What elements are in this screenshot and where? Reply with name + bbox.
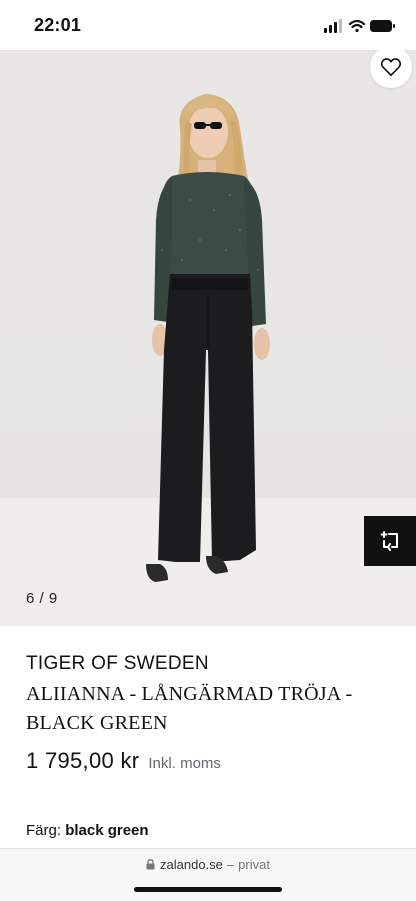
wifi-icon — [348, 19, 366, 33]
home-indicator[interactable] — [134, 887, 282, 892]
lock-icon — [146, 859, 155, 870]
url-domain: zalando.se — [160, 857, 223, 872]
url-row[interactable]: zalando.se – privat — [0, 857, 416, 872]
status-icons — [324, 18, 396, 34]
status-bar: 22:01 — [0, 0, 416, 50]
share-frame-icon — [380, 531, 398, 551]
color-value: black green — [65, 822, 149, 839]
status-time: 22:01 — [34, 15, 82, 35]
model-photo — [146, 94, 270, 582]
product-title: ALIIANNA - LÅNGÄRMAD TRÖJA - BLACK GREEN — [26, 683, 353, 734]
price-row: 1 795,00 kr Inkl. moms — [26, 748, 396, 774]
image-counter: 6 / 9 — [26, 590, 58, 607]
url-separator: – — [226, 857, 235, 872]
product-price: 1 795,00 kr — [26, 748, 140, 773]
heart-icon — [380, 58, 402, 76]
browser-address-bar[interactable]: zalando.se – privat — [0, 848, 416, 901]
color-label: Färg: — [26, 822, 62, 839]
tax-note: Inkl. moms — [148, 755, 221, 772]
share-button[interactable] — [364, 516, 416, 566]
cellular-signal-icon — [324, 19, 342, 33]
product-image[interactable]: 6 / 9 — [0, 50, 416, 626]
product-info: TIGER OF SWEDEN ALIIANNA - LÅNGÄRMAD TRÖ… — [26, 650, 396, 774]
private-mode-label: privat — [238, 857, 270, 872]
battery-icon — [370, 20, 395, 32]
color-row[interactable]: Färg: black green — [26, 822, 149, 839]
brand-name[interactable]: TIGER OF SWEDEN — [26, 650, 396, 678]
